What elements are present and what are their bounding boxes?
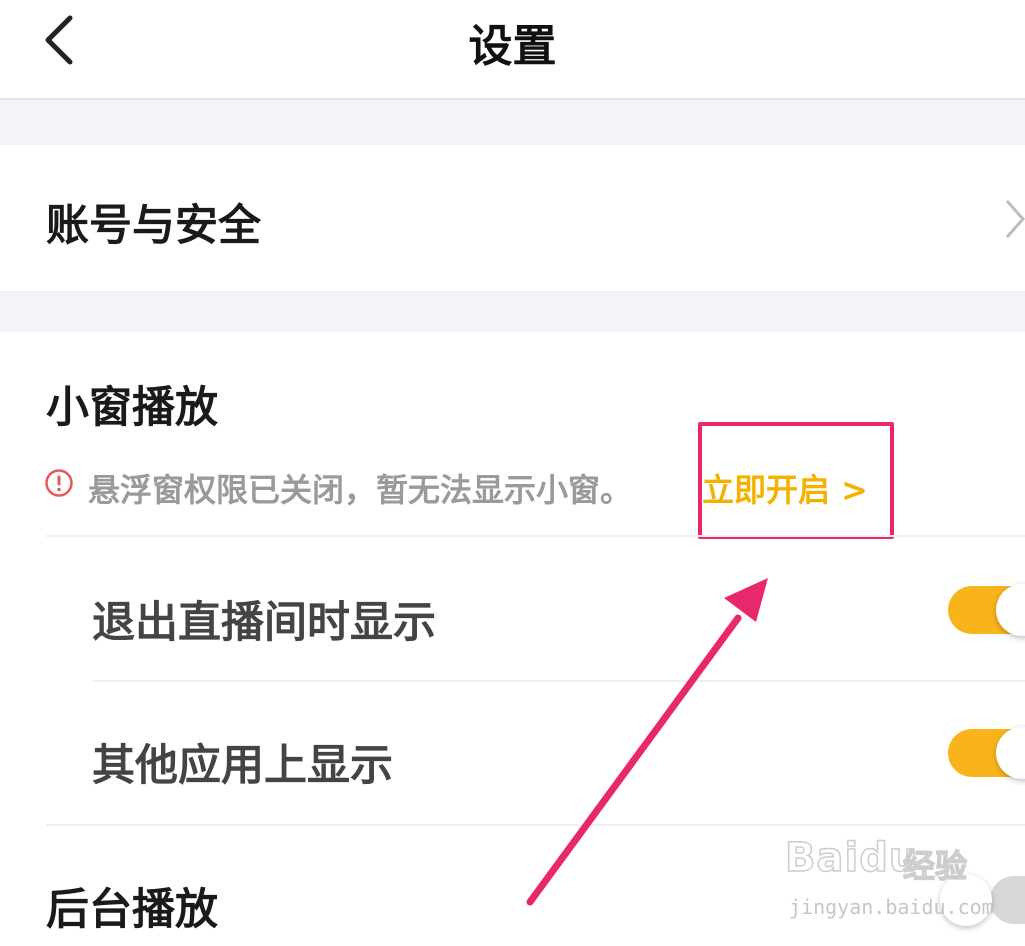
show-over-apps-toggle[interactable] bbox=[948, 727, 1025, 779]
top-bar: 设置 bbox=[0, 0, 1025, 100]
toggle-knob bbox=[996, 584, 1025, 636]
watermark-cn: 经验 bbox=[902, 846, 968, 885]
divider bbox=[92, 680, 1025, 682]
watermark-brand: Baidu bbox=[784, 834, 919, 882]
baidu-jingyan-watermark: Baidu 经验 jingyan.baidu.com bbox=[784, 834, 1015, 935]
account-security-label: 账号与安全 bbox=[46, 201, 261, 251]
permission-warning-text: 悬浮窗权限已关闭，暂无法显示小窗。 bbox=[88, 471, 633, 509]
show-on-exit-label: 退出直播间时显示 bbox=[92, 598, 436, 648]
page-title: 设置 bbox=[468, 21, 557, 72]
divider bbox=[46, 824, 1025, 826]
background-play-label: 后台播放 bbox=[46, 885, 218, 935]
account-security-row[interactable]: 账号与安全 bbox=[0, 145, 1025, 291]
show-on-exit-toggle[interactable] bbox=[948, 584, 1025, 636]
mini-window-title: 小窗播放 bbox=[46, 383, 218, 433]
section-gap bbox=[0, 100, 1025, 145]
divider bbox=[46, 535, 1025, 537]
chevron-right-icon bbox=[1005, 200, 1025, 238]
section-gap bbox=[0, 291, 1025, 332]
toggle-knob bbox=[996, 727, 1025, 779]
watermark-url: jingyan.baidu.com bbox=[789, 895, 994, 919]
alert-circle-icon bbox=[45, 469, 73, 497]
show-over-apps-label: 其他应用上显示 bbox=[92, 741, 393, 791]
annotation-highlight-box bbox=[698, 422, 894, 539]
